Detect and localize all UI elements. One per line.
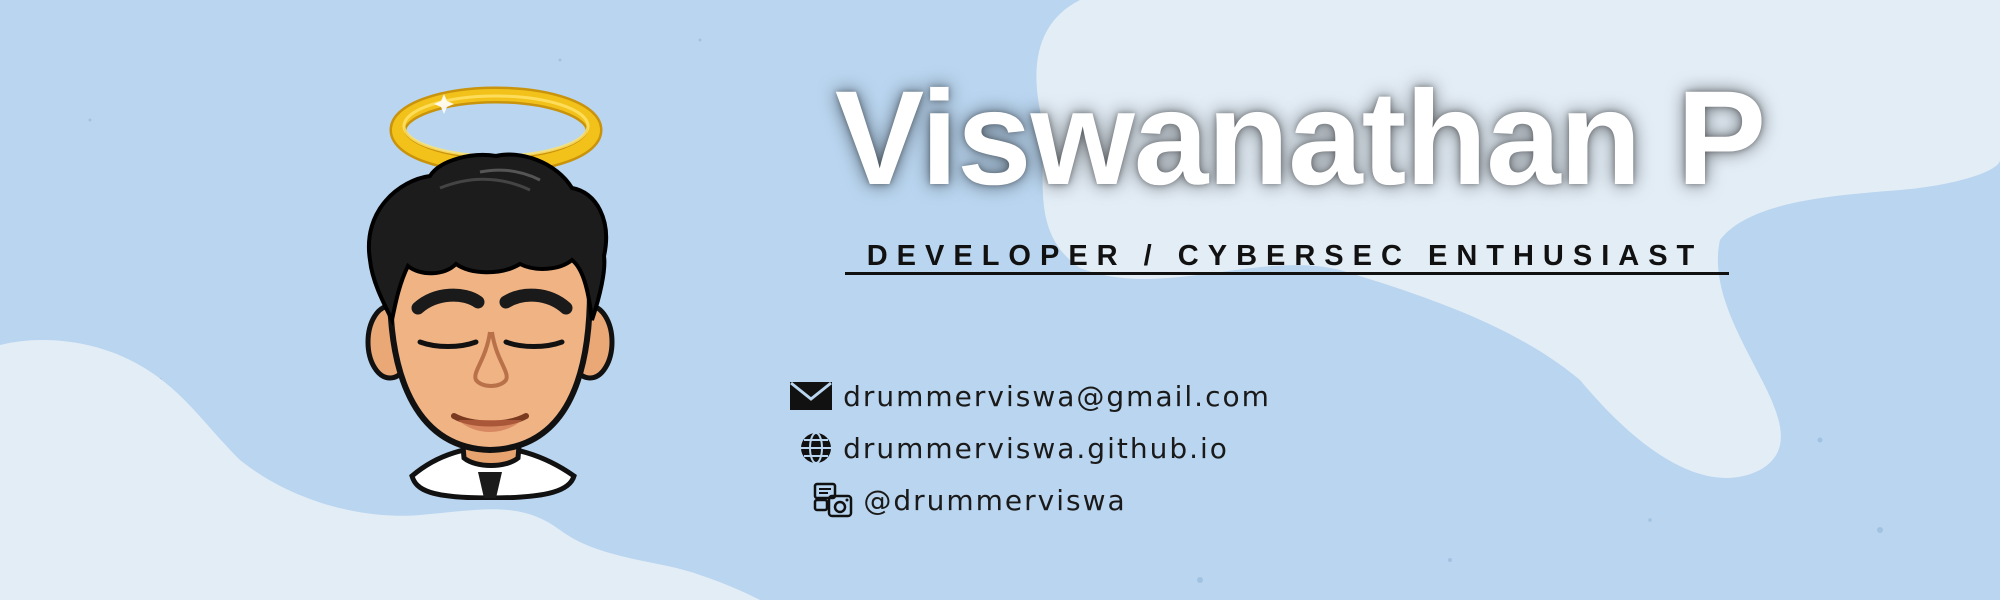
profile-name: Viswanathan P [834, 64, 1766, 213]
profile-subtitle: DEVELOPER / CYBERSEC ENTHUSIAST [866, 240, 1704, 272]
contact-social[interactable]: @drummerviswa [0, 480, 1970, 520]
social-media-icon [813, 482, 853, 518]
globe-icon [799, 431, 833, 465]
contact-social-text: @drummerviswa [863, 483, 1127, 517]
contact-website[interactable]: drummerviswa.github.io [14, 428, 2000, 468]
envelope-icon [789, 381, 833, 411]
contact-email[interactable]: drummerviswa@gmail.com [30, 376, 2000, 416]
contact-email-text: drummerviswa@gmail.com [843, 379, 1271, 413]
subtitle-underline [845, 272, 1729, 275]
contact-website-text: drummerviswa.github.io [843, 431, 1229, 465]
profile-banner: Viswanathan P DEVELOPER / CYBERSEC ENTHU… [0, 0, 2000, 600]
